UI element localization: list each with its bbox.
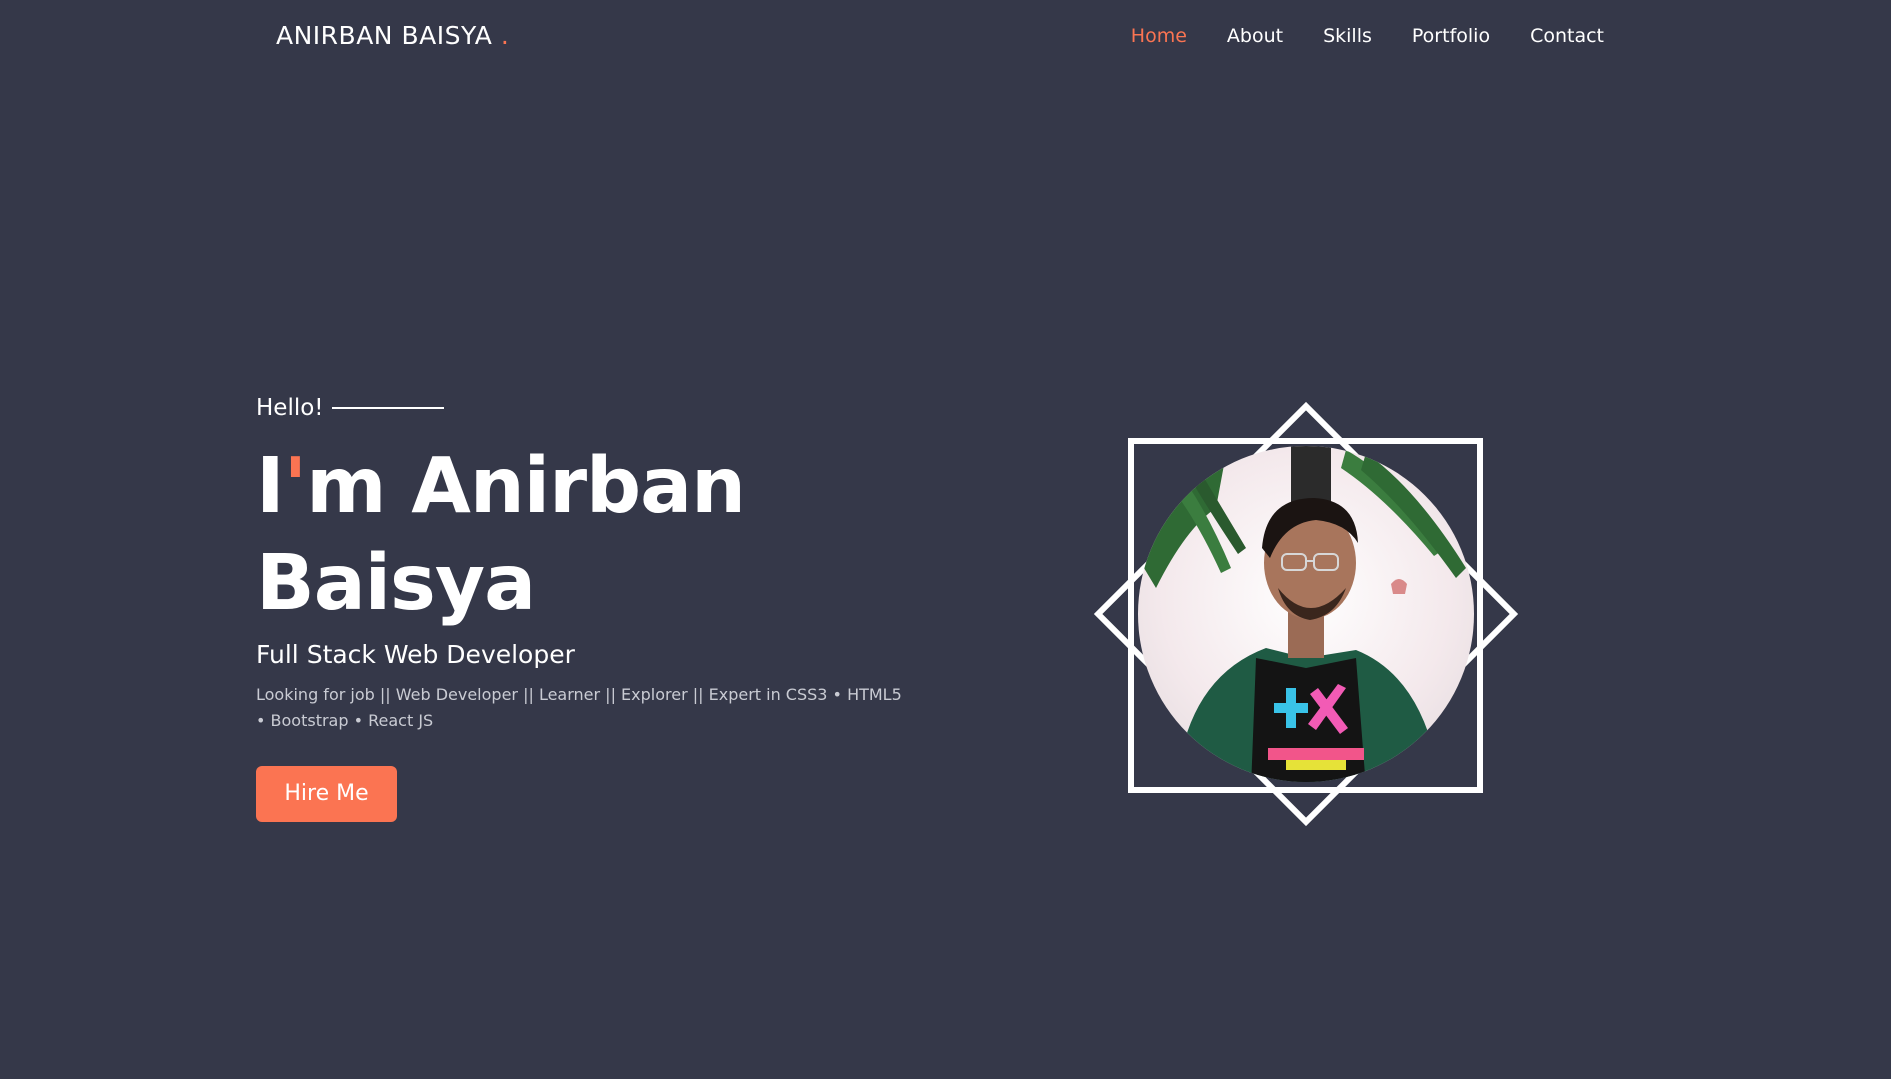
greeting-text: Hello! <box>256 395 324 421</box>
nav-link-about[interactable]: About <box>1227 25 1283 47</box>
hero-intro: Hello! I'm Anirban Baisya Full Stack Web… <box>256 390 956 822</box>
brand-dot: . <box>500 21 510 50</box>
brand-logo[interactable]: ANIRBAN BAISYA . <box>276 20 509 52</box>
profile-frame <box>1093 401 1519 827</box>
nav-link-skills[interactable]: Skills <box>1323 25 1372 47</box>
greeting-divider <box>331 407 444 409</box>
hero-role: Full Stack Web Developer <box>256 640 575 669</box>
headline-apostrophe: ' <box>283 442 308 531</box>
headline-pre: I <box>256 442 285 531</box>
nav-link-portfolio[interactable]: Portfolio <box>1412 25 1490 47</box>
headline-line2: Baisya <box>256 539 536 628</box>
navbar: ANIRBAN BAISYA . Home About Skills Portf… <box>0 0 1891 74</box>
hire-me-button[interactable]: Hire Me <box>256 766 397 822</box>
headline-line1: m Anirban <box>306 442 746 531</box>
hero-tagline: Looking for job || Web Developer || Lear… <box>256 685 902 730</box>
brand-name: ANIRBAN BAISYA <box>276 21 493 50</box>
nav-link-contact[interactable]: Contact <box>1530 25 1604 47</box>
nav-menu: Home About Skills Portfolio Contact <box>1131 22 1604 50</box>
profile-photo-icon <box>1138 446 1474 782</box>
nav-link-home[interactable]: Home <box>1131 25 1187 47</box>
page: ANIRBAN BAISYA . Home About Skills Portf… <box>0 0 1891 1079</box>
greeting: Hello! <box>256 390 956 426</box>
hero-headline: I'm Anirban Baisya <box>256 438 956 632</box>
hero-graphic <box>1056 358 1556 866</box>
